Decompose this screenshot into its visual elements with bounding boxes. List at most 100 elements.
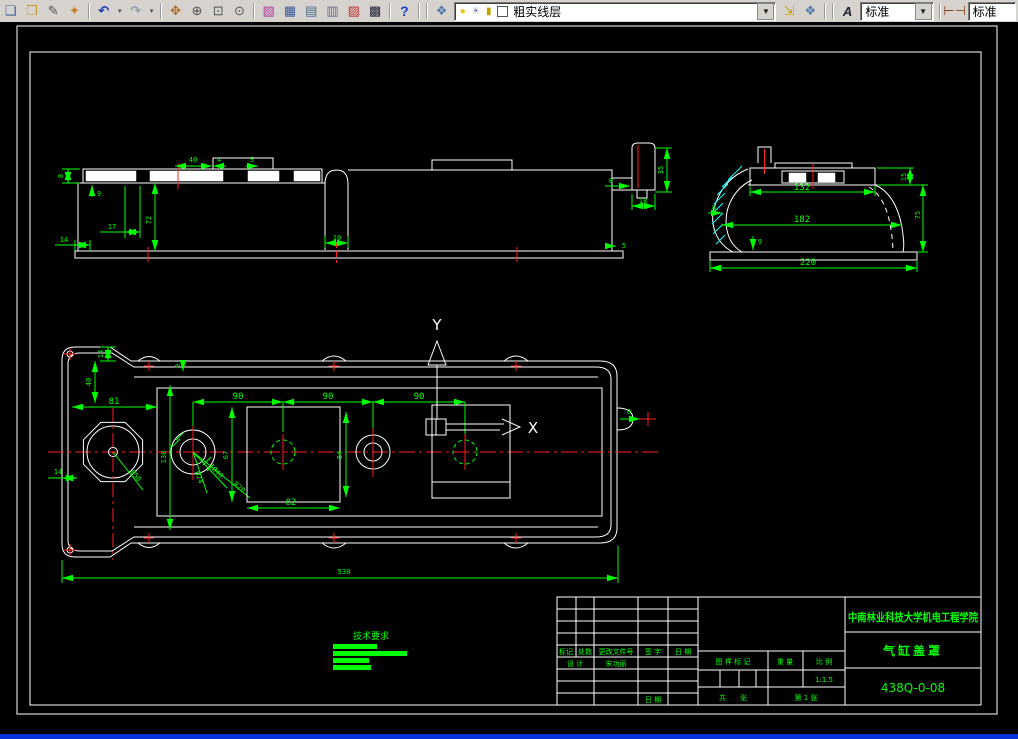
pencil-edit-icon[interactable]: ✎ <box>44 2 63 20</box>
dim-label: 82 <box>286 498 297 508</box>
drawing-canvas[interactable]: 8 9 40 4 5 17 72 14 10 8 35 18 5 132 182… <box>0 22 1018 734</box>
separator <box>418 3 420 19</box>
dim-label: 138 <box>160 451 168 464</box>
dim-label: 9 <box>97 190 101 198</box>
dim-label: 8 <box>712 204 716 212</box>
dim-label: 14 <box>60 236 68 244</box>
label-date-bottom: 日 期 <box>645 696 661 704</box>
dimension-style-manager-icon[interactable]: ⊢⊣ <box>943 2 966 20</box>
dim-label: 10 <box>333 234 341 242</box>
dim-label: 15 <box>900 173 908 181</box>
pan-realtime-icon[interactable]: ✥ <box>166 2 185 20</box>
part-name: 气缸盖罩 <box>882 643 943 658</box>
tool-palettes-icon[interactable]: ▤ <box>302 2 321 20</box>
dim-label: 72 <box>145 216 153 224</box>
y-axis-label: Y <box>431 316 442 334</box>
sheet-set-manager-icon[interactable]: ▥ <box>323 2 342 20</box>
dim-label: 5 <box>622 242 626 250</box>
separator <box>88 3 91 19</box>
dim-style-combo[interactable]: 标准 <box>967 1 1016 21</box>
dim-label: Ø24 <box>193 470 205 485</box>
layer-combo[interactable]: ● ☀ ▮ 粗实线层 ▼ <box>454 1 777 21</box>
layer-previous-icon[interactable]: ❖ <box>801 2 820 20</box>
dim-label: 18 <box>639 197 647 205</box>
label-scale: 比 例 <box>816 657 832 666</box>
zoom-realtime-icon[interactable]: ⊕ <box>187 2 206 20</box>
redo-icon[interactable]: ↷ <box>126 2 145 20</box>
rail-block <box>85 170 137 182</box>
zoom-window-icon[interactable]: ⊡ <box>209 2 228 20</box>
side-view: 132 182 220 75 15 8 9 <box>708 146 928 272</box>
dim-label: 8 <box>57 174 65 178</box>
cad-drawing[interactable]: 8 9 40 4 5 17 72 14 10 8 35 18 5 132 182… <box>0 22 1018 734</box>
match-properties-icon[interactable]: ✦ <box>65 2 84 20</box>
dim-label: 40 <box>85 378 93 386</box>
separator <box>388 3 391 19</box>
chevron-down-icon[interactable]: ▼ <box>914 2 932 20</box>
dim-label: 90 <box>233 392 244 402</box>
label-stamp: 图 样 标 记 <box>716 657 751 666</box>
dim-label: 84 <box>336 451 344 459</box>
cad-application-window: ❏ ❒ ✎ ✦ ↶ ▾ ↷ ▾ ✥ ⊕ ⊡ ⊙ ▧ ▦ ▤ ▥ ▨ ▩ ? ❖ … <box>0 0 1018 739</box>
dim-label: 5 <box>250 156 254 164</box>
notes-title: 技术要求 <box>353 630 389 642</box>
dim-label: 9 <box>174 364 182 368</box>
label-design: 设 计 <box>567 659 583 668</box>
designer-name: 宋功丽 <box>606 659 627 668</box>
design-center-icon[interactable]: ▦ <box>280 2 299 20</box>
layer-properties-manager-icon[interactable]: ❖ <box>432 2 451 20</box>
help-icon[interactable]: ? <box>395 2 414 20</box>
redo-dropdown-icon[interactable]: ▾ <box>147 2 156 20</box>
layer-freeze-icon[interactable]: ☀ <box>469 6 482 17</box>
college-name: 中南林业科技大学机电工程学院 <box>848 610 978 624</box>
chevron-down-icon[interactable]: ▼ <box>757 2 775 20</box>
dim-label: 8 <box>609 177 613 185</box>
dim-label: 90 <box>414 392 425 402</box>
drawing-number: 438Q-0-08 <box>881 681 945 695</box>
dim-label: 67 <box>222 451 230 459</box>
technical-notes: 技术要求 <box>333 630 407 670</box>
toolbar: ❏ ❒ ✎ ✦ ↶ ▾ ↷ ▾ ✥ ⊕ ⊡ ⊙ ▧ ▦ ▤ ▥ ▨ ▩ ? ❖ … <box>0 0 1018 23</box>
dim-label: 40 <box>189 156 197 164</box>
rail-block <box>247 170 280 182</box>
quick-calc-icon[interactable]: ▩ <box>365 2 384 20</box>
separator <box>938 3 941 19</box>
label-sign: 签 字 <box>645 647 661 656</box>
dim-label: 530 <box>338 568 351 576</box>
dim-label: 17 <box>108 223 116 231</box>
window-bottom-border <box>0 734 1018 739</box>
make-object-layer-current-icon[interactable]: ⇲ <box>779 2 798 20</box>
plan-view: 8 Ø24 Ø40 R20 Ø50 14 40 9 81 90 90 90 13… <box>48 346 660 583</box>
markup-set-manager-icon[interactable]: ▨ <box>344 2 363 20</box>
dim-label: 90 <box>323 392 334 402</box>
scale-value: 1:1.5 <box>815 676 833 684</box>
label-count: 处数 <box>578 647 592 656</box>
dim-label: R20 <box>232 480 247 494</box>
open-block-icon[interactable]: ❒ <box>22 2 41 20</box>
undo-icon[interactable]: ↶ <box>94 2 113 20</box>
front-view: 8 9 40 4 5 17 72 14 10 8 35 18 5 <box>55 142 672 263</box>
dim-label: 182 <box>794 215 810 225</box>
properties-icon[interactable]: ▧ <box>259 2 278 20</box>
dim-label: 4 <box>217 156 221 164</box>
layer-color-swatch[interactable] <box>497 5 509 17</box>
dim-label: 9 <box>758 238 762 246</box>
separator <box>831 3 834 19</box>
label-weight: 重 量 <box>777 658 793 666</box>
label-date: 日 期 <box>675 648 691 656</box>
zoom-previous-icon[interactable]: ⊙ <box>230 2 249 20</box>
layer-lock-icon[interactable]: ▮ <box>482 6 495 17</box>
layer-bulb-icon[interactable]: ● <box>456 6 469 17</box>
rail-block <box>149 170 224 182</box>
separator <box>823 3 826 19</box>
notes-line <box>333 651 407 656</box>
layer-combo-value: 粗实线层 <box>513 4 562 19</box>
notes-line <box>333 644 377 649</box>
text-style-combo[interactable]: 标准 ▼ <box>860 1 934 21</box>
text-style-manager-icon[interactable]: A <box>838 2 857 20</box>
dim-label: 8 <box>627 408 631 416</box>
dim-label: 75 <box>914 211 922 219</box>
undo-dropdown-icon[interactable]: ▾ <box>115 2 124 20</box>
sheet-number: 第 1 张 <box>795 693 818 702</box>
copy-icon[interactable]: ❏ <box>1 2 20 20</box>
